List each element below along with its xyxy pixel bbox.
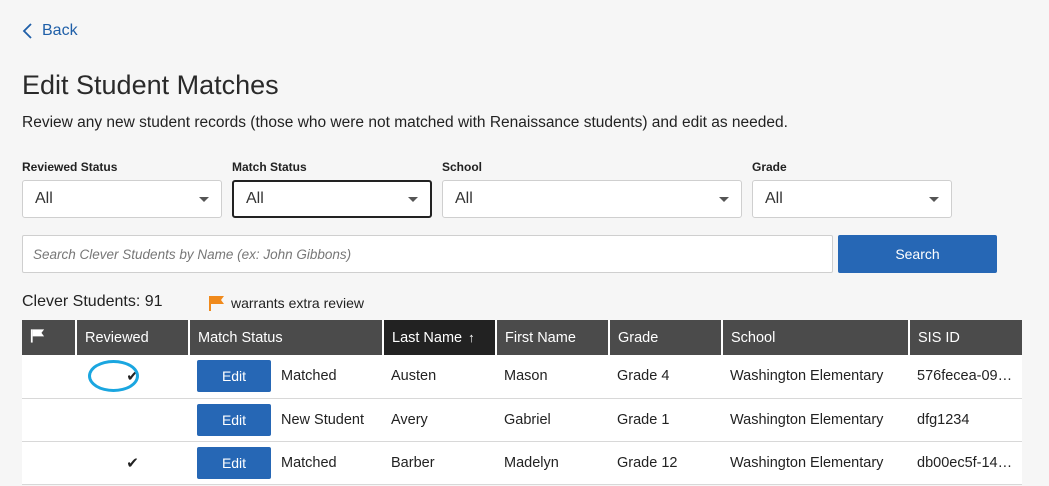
last-name-cell: Avery <box>383 398 496 442</box>
header-flag[interactable] <box>22 320 77 355</box>
flag-cell <box>22 355 76 399</box>
flag-icon <box>30 329 45 343</box>
match-status-label: New Student <box>281 411 365 428</box>
first-name-cell: Gabriel <box>496 398 609 442</box>
grade-select[interactable]: All <box>752 180 952 218</box>
filter-reviewed-status: Reviewed Status All <box>22 160 222 218</box>
header-school[interactable]: School <box>722 320 910 355</box>
match-status-cell: Edit New Student <box>189 398 383 442</box>
back-label: Back <box>42 22 78 39</box>
grade-cell: Grade 1 <box>609 398 722 442</box>
school-cell: Washington Elementary <box>722 441 909 485</box>
grade-cell: Grade 12 <box>609 441 722 485</box>
edit-button[interactable]: Edit <box>197 360 271 393</box>
legend-label: warrants extra review <box>231 295 365 311</box>
school-cell: Washington Elementary <box>722 355 909 399</box>
table-row: Edit New Student Avery Gabriel Grade 1 Wa… <box>22 398 1022 442</box>
table-row: ✔ Edit Matched Barber Madelyn Grade 12 Wa… <box>22 441 1022 485</box>
last-name-cell: Austen <box>383 355 496 399</box>
match-status-label: Matched <box>281 368 337 385</box>
caret-down-icon <box>719 196 729 202</box>
student-count: Clever Students: 91 <box>22 293 163 310</box>
page-subtitle: Review any new student records (those wh… <box>22 114 788 131</box>
header-label: Last Name <box>392 329 463 346</box>
caret-down-icon <box>929 196 939 202</box>
flag-cell <box>22 441 76 485</box>
filter-grade: Grade All <box>752 160 952 218</box>
flag-legend: warrants extra review <box>208 295 364 311</box>
search-input[interactable] <box>22 235 833 273</box>
sis-id-cell: db00ec5f-149... <box>909 441 1022 485</box>
sis-id-cell: 576fecea-09e... <box>909 355 1022 399</box>
table-row: ✔ Edit Matched Austen Mason Grade 4 Washi… <box>22 355 1022 399</box>
first-name-cell: Mason <box>496 355 609 399</box>
filter-label: Match Status <box>232 160 307 174</box>
reviewed-cell[interactable]: ✔ <box>76 355 189 399</box>
table-header-row: Reviewed Match Status Last Name ↑ First N… <box>22 320 1022 355</box>
last-name-cell: Barber <box>383 441 496 485</box>
header-last-name[interactable]: Last Name ↑ <box>383 320 497 355</box>
select-value: All <box>246 190 264 207</box>
match-status-label: Matched <box>281 454 337 471</box>
header-match-status[interactable]: Match Status <box>189 320 384 355</box>
edit-button[interactable]: Edit <box>197 403 271 436</box>
match-status-select[interactable]: All <box>232 180 432 218</box>
reviewed-cell[interactable] <box>76 398 189 442</box>
select-value: All <box>765 190 783 207</box>
edit-button[interactable]: Edit <box>197 446 271 479</box>
page-title: Edit Student Matches <box>22 70 279 100</box>
filter-label: School <box>442 160 483 174</box>
header-sis-id[interactable]: SIS ID <box>909 320 1022 355</box>
highlight-ring <box>88 360 139 392</box>
students-table: Reviewed Match Status Last Name ↑ First N… <box>22 320 1022 485</box>
grade-cell: Grade 4 <box>609 355 722 399</box>
school-cell: Washington Elementary <box>722 398 909 442</box>
first-name-cell: Madelyn <box>496 441 609 485</box>
caret-down-icon <box>408 196 418 202</box>
reviewed-cell[interactable]: ✔ <box>76 441 189 485</box>
match-status-cell: Edit Matched <box>189 441 383 485</box>
sort-ascending-icon: ↑ <box>468 329 475 345</box>
select-value: All <box>35 190 53 207</box>
header-grade[interactable]: Grade <box>609 320 723 355</box>
select-value: All <box>455 190 473 207</box>
filter-label: Grade <box>752 160 787 174</box>
flag-icon <box>209 296 224 311</box>
check-icon: ✔ <box>126 454 139 472</box>
school-select[interactable]: All <box>442 180 742 218</box>
chevron-left-icon <box>22 23 32 39</box>
filter-school: School All <box>442 160 742 218</box>
sis-id-cell: dfg1234 <box>909 398 1022 442</box>
filter-match-status: Match Status All <box>232 160 432 218</box>
filter-label: Reviewed Status <box>22 160 118 174</box>
search-button[interactable]: Search <box>838 235 997 273</box>
flag-cell <box>22 398 76 442</box>
header-reviewed[interactable]: Reviewed <box>76 320 190 355</box>
match-status-cell: Edit Matched <box>189 355 383 399</box>
header-first-name[interactable]: First Name <box>496 320 610 355</box>
back-link[interactable]: Back <box>22 22 78 40</box>
reviewed-status-select[interactable]: All <box>22 180 222 218</box>
caret-down-icon <box>199 196 209 202</box>
